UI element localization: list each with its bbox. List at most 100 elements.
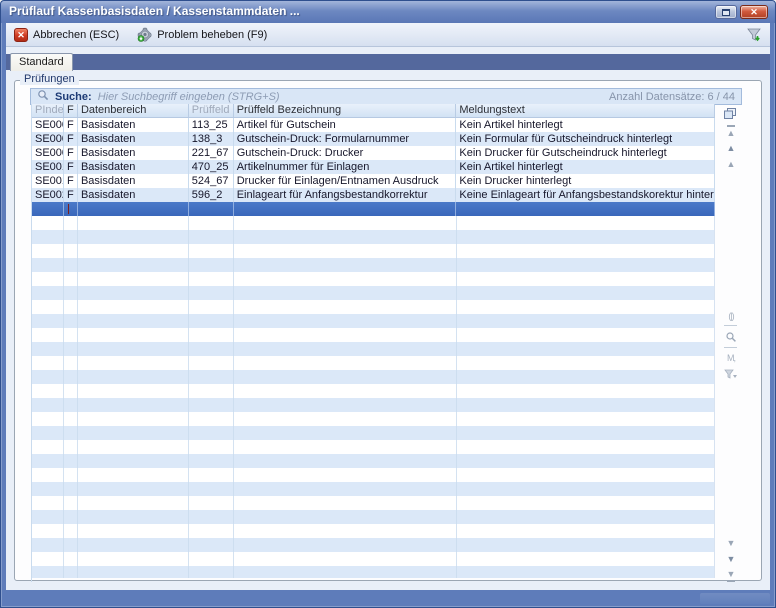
search-placeholder: Hier Suchbegriff eingeben (STRG+S) — [98, 91, 280, 103]
table-cell: Einlageart für Anfangsbestandkorrektur — [234, 188, 457, 202]
row-down-icon[interactable]: ▼ — [723, 537, 739, 551]
table-cell: Basisdaten — [78, 118, 189, 132]
column-header-prueffeld[interactable]: Prüffeld — [189, 104, 234, 117]
text-caret — [68, 204, 69, 214]
table-row[interactable]: SE0009FBasisdaten221_67Gutschein-Druck: … — [32, 146, 715, 160]
column-header-pindex[interactable]: PIndex▼ — [32, 104, 64, 117]
search-label: Suche: — [55, 91, 92, 103]
tab-strip — [6, 54, 770, 70]
cancel-label: Abbrechen (ESC) — [33, 29, 119, 41]
grid-body: SE0007FBasisdaten113_25Artikel für Gutsc… — [32, 118, 715, 202]
scroll-top-icon[interactable]: ▲ — [723, 125, 739, 139]
column-separator — [233, 216, 234, 578]
cancel-icon: ✕ — [14, 28, 28, 42]
table-row[interactable]: SE0016FBasisdaten470_25Artikelnummer für… — [32, 160, 715, 174]
table-cell: Kein Drucker für Gutscheindruck hinterle… — [456, 146, 715, 160]
fix-problem-button[interactable]: Problem beheben (F9) — [137, 27, 267, 42]
table-cell: SE0009 — [32, 146, 64, 160]
table-cell: Keine Einlageart für Anfangsbestandskore… — [456, 188, 715, 202]
table-cell: F — [64, 132, 78, 146]
table-cell — [189, 202, 234, 216]
table-cell: Gutschein-Druck: Formularnummer — [234, 132, 457, 146]
fit-columns-icon[interactable]: (|) — [723, 310, 739, 324]
grid-search-icon[interactable] — [723, 331, 739, 345]
tab-standard[interactable]: Standard — [10, 53, 73, 71]
table-cell: Artikel für Gutschein — [234, 118, 457, 132]
column-separator — [63, 216, 64, 578]
scroll-bottom-icon[interactable]: ▼ — [723, 568, 739, 582]
table-cell: 113_25 — [189, 118, 234, 132]
app-window: Prüflauf Kassenbasisdaten / Kassenstammd… — [0, 0, 776, 608]
table-cell: Drucker für Einlagen/Entnamen Ausdruck — [234, 174, 457, 188]
grid-header: PIndex▼FDatenbereichPrüffeldPrüffeld Bez… — [32, 104, 715, 118]
divider — [724, 347, 737, 348]
table-cell: SE0016 — [32, 160, 64, 174]
table-cell: Basisdaten — [78, 132, 189, 146]
table-cell — [456, 202, 715, 216]
table-cell: Artikelnummer für Einlagen — [234, 160, 457, 174]
table-cell: SE0007 — [32, 118, 64, 132]
table-row[interactable]: SE0007FBasisdaten113_25Artikel für Gutsc… — [32, 118, 715, 132]
copy-icon[interactable] — [724, 106, 736, 117]
table-row[interactable]: SE0019FBasisdaten524_67Drucker für Einla… — [32, 174, 715, 188]
grid-empty-area[interactable] — [32, 216, 715, 578]
grid-side-toolbar: ▲ ▲ ▲ (|) M, — [720, 104, 742, 582]
table-cell: F — [64, 188, 78, 202]
table-cell — [64, 202, 78, 216]
table-cell: Basisdaten — [78, 160, 189, 174]
table-cell — [78, 202, 189, 216]
grid-filter-icon[interactable] — [723, 369, 739, 383]
table-row[interactable]: SE0008FBasisdaten138_3Gutschein-Druck: F… — [32, 132, 715, 146]
table-row[interactable]: SE0021FBasisdaten596_2Einlageart für Anf… — [32, 188, 715, 202]
selected-row[interactable] — [32, 202, 715, 216]
close-button[interactable]: ✕ — [740, 5, 768, 19]
table-cell: Kein Formular für Gutscheindruck hinterl… — [456, 132, 715, 146]
column-separator — [456, 216, 457, 578]
pruefungen-groupbox: Suche: Hier Suchbegriff eingeben (STRG+S… — [14, 80, 762, 581]
maximize-icon — [722, 9, 730, 16]
groupbox-label: Prüfungen — [20, 73, 79, 85]
search-input[interactable]: Suche: Hier Suchbegriff eingeben (STRG+S… — [30, 88, 742, 105]
window-controls: ✕ — [715, 5, 768, 19]
toolbar: ✕ Abbrechen (ESC) — [6, 23, 770, 47]
table-cell: 470_25 — [189, 160, 234, 174]
gear-icon — [137, 27, 152, 42]
client-area: ✕ Abbrechen (ESC) — [6, 23, 770, 590]
column-header-datenbereich[interactable]: Datenbereich — [78, 104, 189, 117]
record-count: Anzahl Datensätze: 6 / 44 — [609, 91, 735, 103]
results-grid: PIndex▼FDatenbereichPrüffeldPrüffeld Bez… — [31, 104, 715, 582]
table-cell: Kein Artikel hinterlegt — [456, 160, 715, 174]
table-cell: Gutschein-Druck: Drucker — [234, 146, 457, 160]
table-cell — [32, 202, 64, 216]
close-icon: ✕ — [750, 7, 758, 18]
summary-icon[interactable]: M, — [723, 352, 739, 366]
window-title: Prüflauf Kassenbasisdaten / Kassenstammd… — [9, 1, 300, 22]
row-up-icon[interactable]: ▲ — [723, 158, 739, 172]
maximize-button[interactable] — [715, 5, 737, 19]
column-header-meldungstext[interactable]: Meldungstext — [456, 104, 715, 117]
table-cell: Basisdaten — [78, 146, 189, 160]
titlebar: Prüflauf Kassenbasisdaten / Kassenstammd… — [1, 1, 775, 23]
table-cell: SE0021 — [32, 188, 64, 202]
table-cell: Basisdaten — [78, 188, 189, 202]
table-cell: F — [64, 146, 78, 160]
column-separator — [188, 216, 189, 578]
table-cell: 524_67 — [189, 174, 234, 188]
column-header-f[interactable]: F — [64, 104, 78, 117]
table-cell: 138_3 — [189, 132, 234, 146]
table-cell: SE0019 — [32, 174, 64, 188]
page-up-icon[interactable]: ▲ — [723, 142, 739, 156]
page-down-icon[interactable]: ▼ — [723, 553, 739, 567]
column-header-prueffeld-bezeichnung[interactable]: Prüffeld Bezeichnung — [234, 104, 457, 117]
fix-problem-label: Problem beheben (F9) — [157, 29, 267, 41]
cancel-button[interactable]: ✕ Abbrechen (ESC) — [14, 28, 119, 42]
table-cell: F — [64, 118, 78, 132]
table-cell: Basisdaten — [78, 174, 189, 188]
filter-funnel-icon[interactable] — [746, 27, 762, 43]
table-cell: 221_67 — [189, 146, 234, 160]
table-cell: Kein Drucker hinterlegt — [456, 174, 715, 188]
table-cell: Kein Artikel hinterlegt — [456, 118, 715, 132]
divider — [724, 325, 737, 326]
table-cell: 596_2 — [189, 188, 234, 202]
resize-grip[interactable] — [700, 593, 770, 604]
